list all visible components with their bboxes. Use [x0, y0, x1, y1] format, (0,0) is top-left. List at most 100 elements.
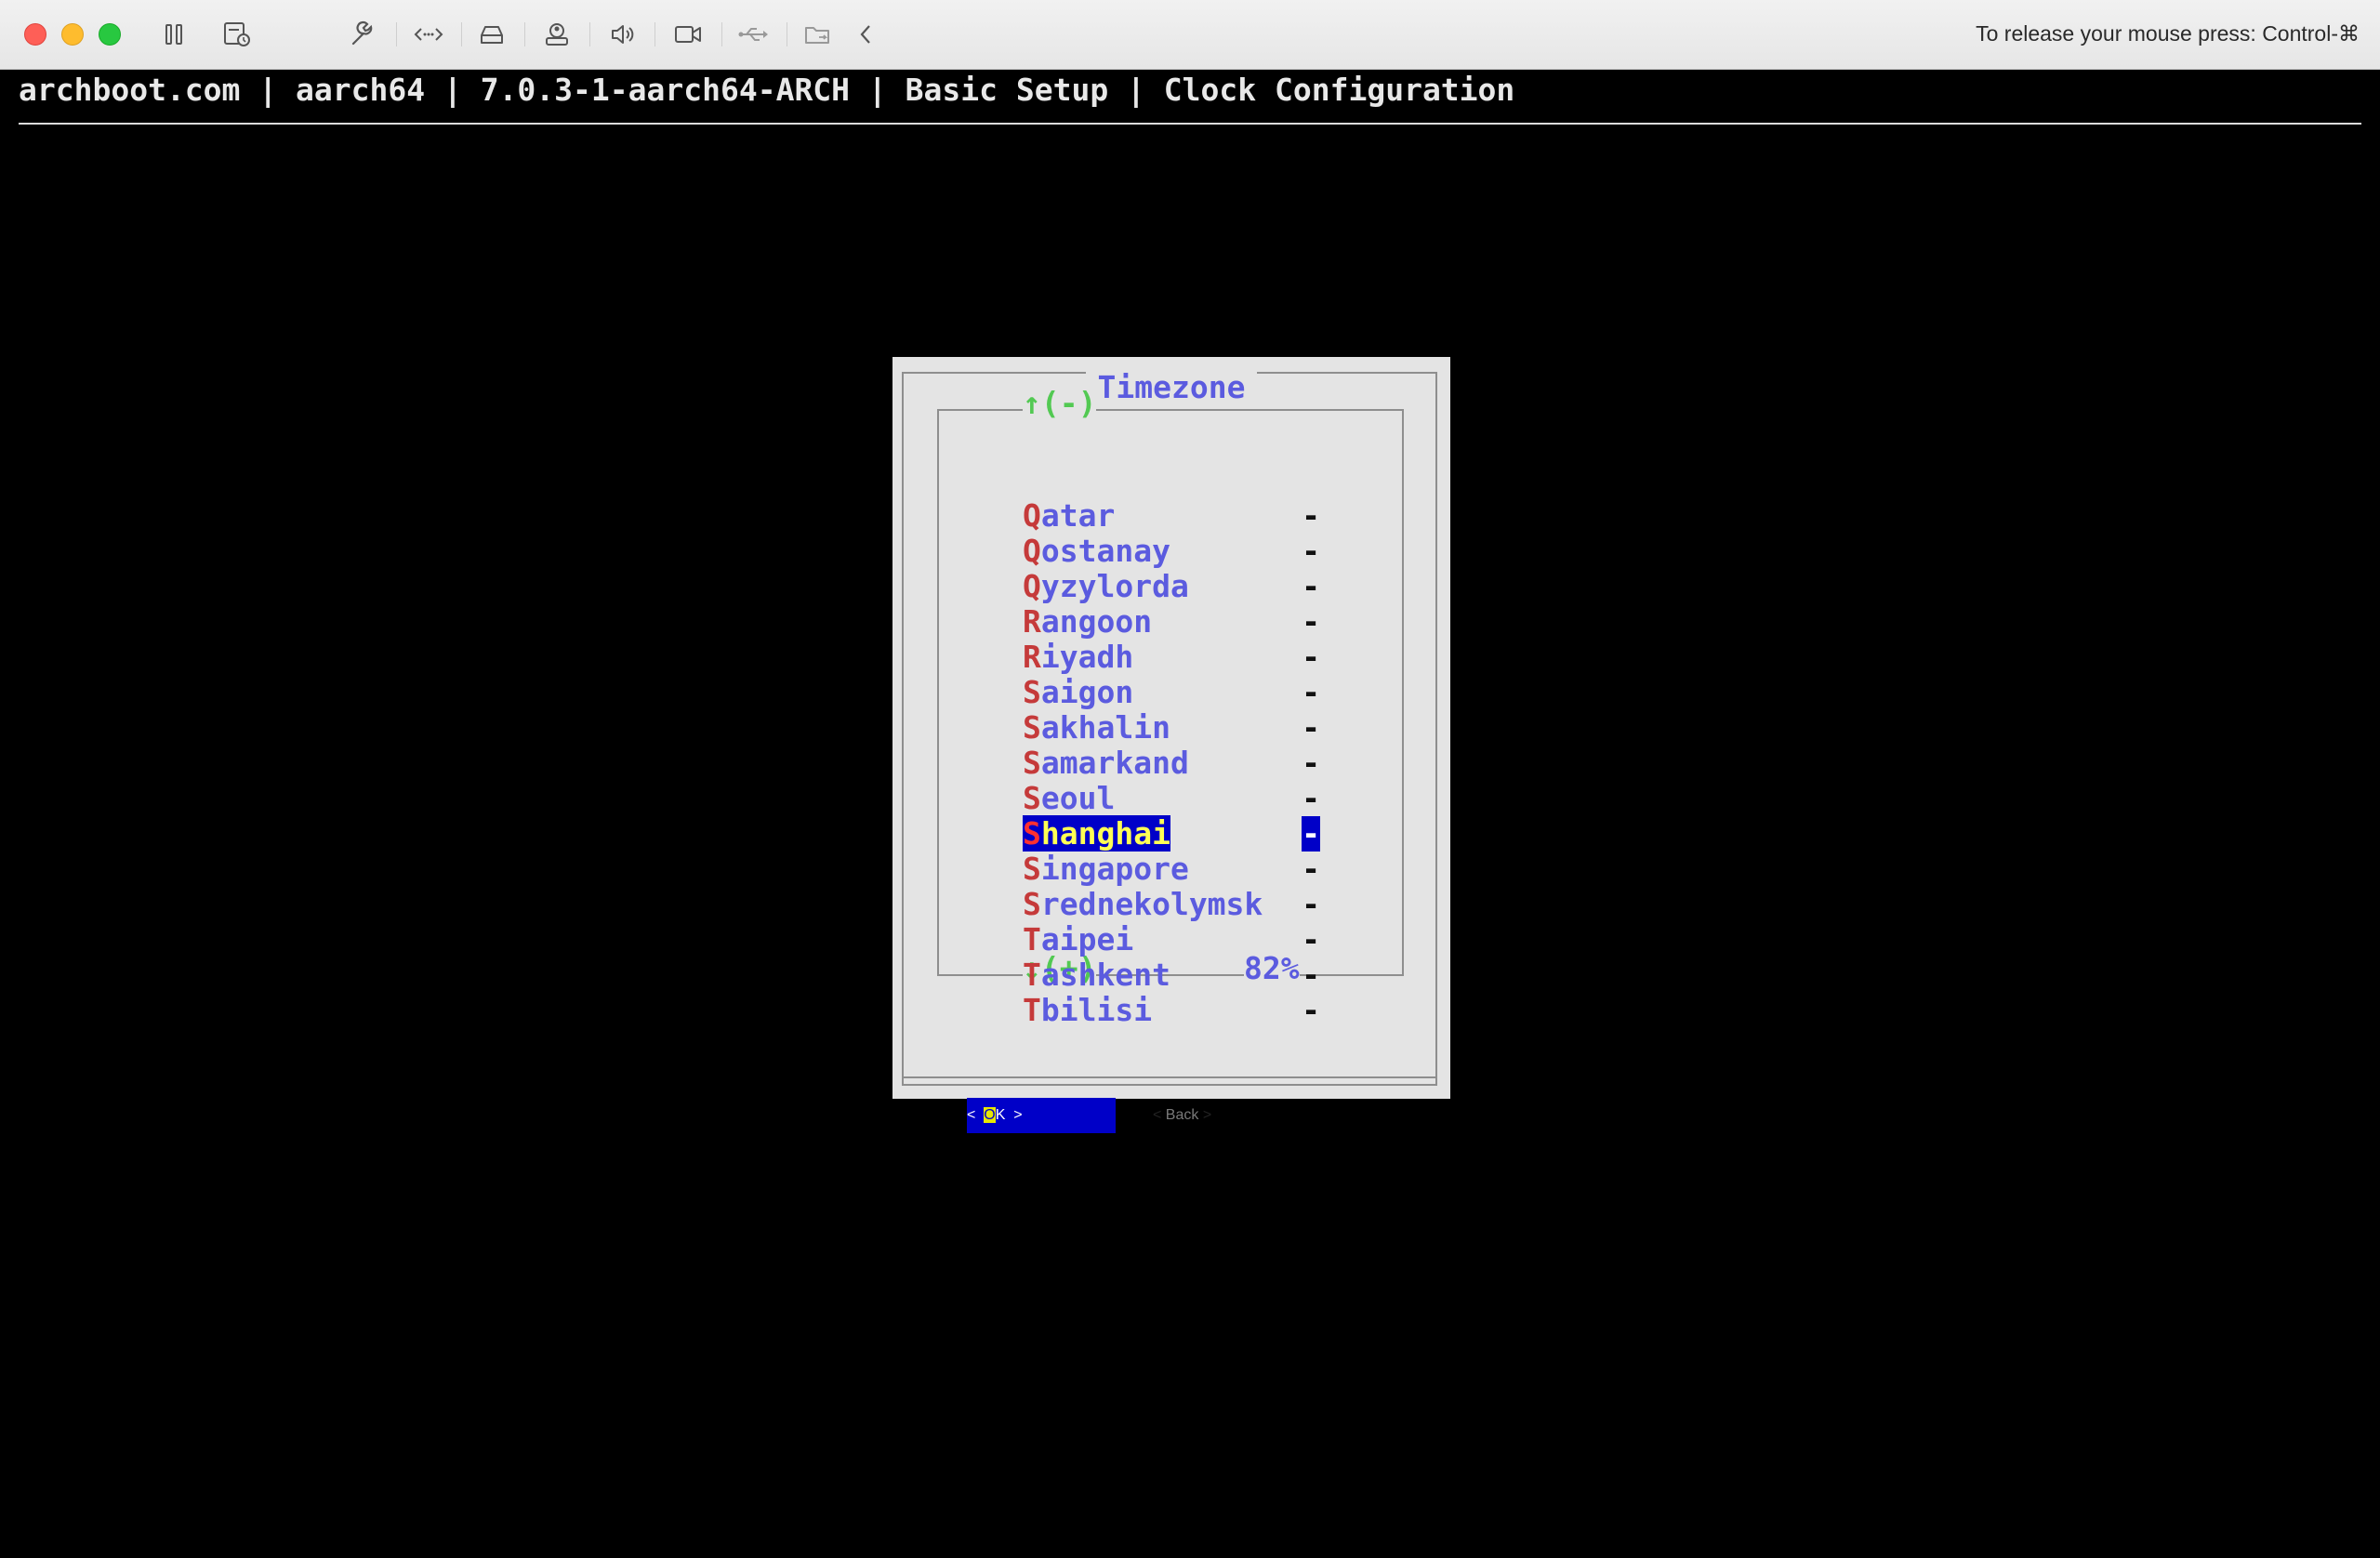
timezone-item-name: Tbilisi — [1023, 992, 1152, 1028]
timezone-item-hotkey: S — [1023, 886, 1041, 922]
timezone-item-label: eoul — [1040, 780, 1116, 816]
header-rule — [19, 123, 2361, 125]
timezone-item-label: aipei — [1040, 921, 1134, 957]
timezone-item-name: Qostanay — [1023, 533, 1170, 569]
timezone-item-tag: - — [1302, 639, 1320, 675]
timezone-item-hotkey: T — [1023, 957, 1041, 993]
timezone-dialog: Timezone ↑(-) ↓(+) 82% Qatar - Qostanay - Qy… — [892, 357, 1450, 1099]
timezone-item-hotkey: T — [1023, 921, 1041, 957]
timezone-item-tag: - — [1302, 568, 1320, 604]
timezone-item-label: atar — [1040, 497, 1116, 534]
wrench-icon[interactable] — [346, 19, 377, 50]
ok-button-rest: K > — [995, 1107, 1023, 1123]
timezone-item[interactable]: Sakhalin — [1023, 710, 1170, 746]
usb-icon[interactable] — [736, 19, 770, 50]
network-icon[interactable] — [411, 19, 446, 50]
chevron-left-icon[interactable] — [853, 19, 878, 50]
timezone-item-label: amarkand — [1040, 745, 1189, 781]
timezone-item-label: ostanay — [1040, 533, 1170, 569]
camera-icon[interactable] — [671, 19, 705, 50]
timezone-item-label: bilisi — [1040, 992, 1153, 1028]
timezone-item-label: hanghai — [1040, 815, 1170, 852]
timezone-item-hotkey: S — [1023, 815, 1041, 852]
close-window-button[interactable] — [24, 23, 46, 46]
timezone-item-label: rednekolymsk — [1040, 886, 1263, 922]
ok-button[interactable]: < OK > — [967, 1098, 1116, 1133]
timezone-item-hotkey: S — [1023, 780, 1041, 816]
timezone-item-hotkey: Q — [1023, 497, 1041, 534]
timezone-item-hotkey: Q — [1023, 533, 1041, 569]
timezone-item-hotkey: S — [1023, 674, 1041, 710]
timezone-item-tag: - — [1302, 815, 1320, 852]
release-mouse-hint: To release your mouse press: Control-⌘ — [1976, 21, 2360, 46]
timezone-item-name: Qatar — [1023, 497, 1115, 534]
timezone-item[interactable]: Tashkent — [1023, 957, 1170, 993]
ok-button-hotkey: O — [984, 1107, 996, 1123]
back-button[interactable]: < Back > — [1153, 1098, 1211, 1133]
timezone-item[interactable]: Riyadh — [1023, 640, 1133, 675]
timezone-item[interactable]: Saigon — [1023, 675, 1133, 710]
timezone-item-label: ingapore — [1040, 851, 1189, 887]
timezone-item-name: Srednekolymsk — [1023, 886, 1263, 922]
timezone-item-name: Riyadh — [1023, 639, 1133, 675]
timezone-item-name: Sakhalin — [1023, 709, 1170, 746]
timezone-item-tag: - — [1302, 780, 1320, 816]
timezone-item[interactable]: Samarkand — [1023, 746, 1189, 781]
timezone-item-hotkey: T — [1023, 992, 1041, 1028]
timezone-item-name: Taipei — [1023, 921, 1133, 957]
timezone-item-tag: - — [1302, 533, 1320, 569]
scroll-up-indicator[interactable]: ↑(-) — [1023, 387, 1097, 420]
timezone-item-label: angoon — [1040, 603, 1153, 640]
shared-user-icon[interactable] — [541, 19, 573, 50]
back-button-left: < — [1153, 1107, 1166, 1123]
timezone-item-name: Seoul — [1023, 780, 1115, 816]
scroll-percent: 82% — [1244, 950, 1300, 986]
timezone-item-label: ashkent — [1040, 957, 1170, 993]
timezone-item-label: akhalin — [1040, 709, 1170, 746]
timezone-item-label: iyadh — [1040, 639, 1134, 675]
timezone-item[interactable]: Qatar — [1023, 498, 1115, 534]
timezone-item-tag: - — [1302, 709, 1320, 746]
setup-header: archboot.com | aarch64 | 7.0.3-1-aarch64… — [19, 72, 1515, 108]
window-titlebar: To release your mouse press: Control-⌘ — [0, 0, 2380, 70]
timezone-item-name: Rangoon — [1023, 603, 1152, 640]
timezone-item-name: Shanghai — [1023, 815, 1170, 852]
timezone-item-tag: - — [1302, 745, 1320, 781]
timezone-item-tag: - — [1302, 851, 1320, 887]
button-divider — [904, 1076, 1435, 1078]
timezone-item-name: Qyzylorda — [1023, 568, 1189, 604]
disk-icon[interactable] — [476, 19, 508, 50]
timezone-item-name: Tashkent — [1023, 957, 1170, 993]
timezone-item-name: Samarkand — [1023, 745, 1189, 781]
timezone-item[interactable]: Singapore — [1023, 852, 1189, 887]
timezone-item-tag: - — [1302, 992, 1320, 1028]
timezone-item-label: aigon — [1040, 674, 1134, 710]
timezone-item-name: Saigon — [1023, 674, 1133, 710]
timezone-item-label: yzylorda — [1040, 568, 1189, 604]
pause-icon[interactable] — [160, 19, 188, 50]
timezone-item[interactable]: Seoul — [1023, 781, 1115, 816]
timezone-item-hotkey: R — [1023, 639, 1041, 675]
timezone-item-hotkey: S — [1023, 745, 1041, 781]
timezone-item-hotkey: R — [1023, 603, 1041, 640]
timezone-item-tag: - — [1302, 886, 1320, 922]
timezone-item-hotkey: S — [1023, 709, 1041, 746]
timezone-item-name: Singapore — [1023, 851, 1189, 887]
timezone-item[interactable]: Tbilisi — [1023, 993, 1152, 1028]
back-button-label: Back — [1165, 1107, 1199, 1123]
snapshot-icon[interactable] — [221, 19, 253, 50]
timezone-item[interactable]: Taipei — [1023, 922, 1133, 957]
timezone-item[interactable]: Qyzylorda — [1023, 569, 1189, 604]
minimize-window-button[interactable] — [61, 23, 84, 46]
timezone-item-tag: - — [1302, 921, 1320, 957]
shared-folder-icon[interactable] — [801, 19, 835, 50]
timezone-item-tag: - — [1302, 603, 1320, 640]
timezone-item-tag: - — [1302, 957, 1320, 993]
timezone-item[interactable]: Rangoon — [1023, 604, 1152, 640]
sound-icon[interactable] — [606, 19, 638, 50]
zoom-window-button[interactable] — [99, 23, 121, 46]
dialog-title: Timezone — [1086, 370, 1257, 405]
timezone-item-selected[interactable]: Shanghai — [1023, 815, 1170, 852]
timezone-item[interactable]: Qostanay — [1023, 534, 1170, 569]
timezone-item[interactable]: Srednekolymsk — [1023, 887, 1263, 922]
